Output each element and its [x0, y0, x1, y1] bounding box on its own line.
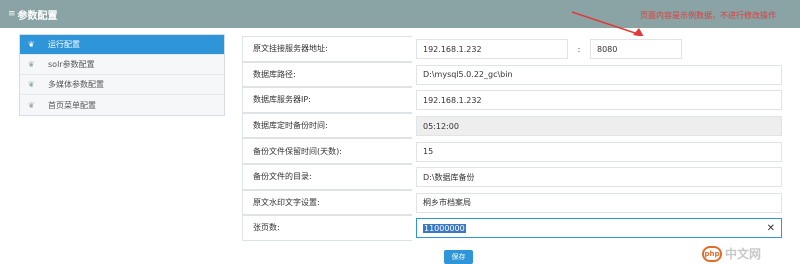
field-label: 张页数: [242, 215, 412, 241]
page-title: 参数配置 [17, 10, 58, 22]
sidebar-item-run-config[interactable]: ❦ 运行配置 [20, 35, 224, 55]
php-logo-icon: php [702, 245, 722, 262]
sidebar-item-label: solr参数配置 [48, 60, 95, 69]
field-label: 数据库服务器IP: [242, 87, 412, 113]
backup-time-field[interactable]: 05:12:00 [416, 116, 782, 137]
backup-dir-field[interactable]: D:\数据库备份 [416, 167, 782, 188]
sidebar-item-home-menu-config[interactable]: ❦ 首页菜单配置 [20, 95, 224, 115]
form-row-pages: 张页数: 11000000 ✕ [242, 215, 800, 241]
db-server-field[interactable]: 192.168.1.232 [416, 90, 782, 111]
watermark-text: 中文网 [725, 247, 762, 261]
form-row-retention: 备份文件保留时间(天数): 15 [242, 138, 800, 164]
sidebar-item-media-config[interactable]: ❦ 多媒体参数配置 [20, 75, 224, 95]
field-label: 原文水印文字设置: [242, 189, 412, 216]
field-label: 数据库路径: [242, 61, 412, 88]
site-watermark: php 中文网 [702, 245, 761, 262]
field-label: 备份文件的目录: [242, 163, 412, 190]
sidebar: ❦ 运行配置 ❦ solr参数配置 ❦ 多媒体参数配置 ❦ 首页菜单配置 [19, 34, 225, 116]
config-form: 原文挂接服务器地址: 192.168.1.232 : 8080 数据库路径: D… [242, 36, 800, 241]
sidebar-item-label: 首页菜单配置 [48, 100, 96, 110]
server-ip-field[interactable]: 192.168.1.232 [416, 39, 568, 60]
sidebar-item-solr-config[interactable]: ❦ solr参数配置 [20, 55, 224, 75]
form-row-backup-time: 数据库定时备份时间: 05:12:00 [242, 112, 800, 139]
colon-separator: : [577, 44, 581, 54]
form-row-db-path: 数据库路径: D:\mysql5.0.22_gc\bin [242, 61, 800, 88]
leaf-icon: ❦ [28, 100, 35, 110]
db-path-field[interactable]: D:\mysql5.0.22_gc\bin [416, 64, 782, 85]
server-port-field[interactable]: 8080 [590, 39, 682, 60]
annotation-text: 页面内容是示例数据，不进行修改操作 [640, 11, 776, 20]
leaf-icon: ❦ [28, 80, 35, 89]
field-label: 数据库定时备份时间: [242, 112, 412, 139]
retention-days-field[interactable]: 15 [416, 141, 782, 162]
form-row-db-server: 数据库服务器IP: 192.168.1.232 [242, 87, 800, 113]
pages-value: 11000000 [423, 223, 466, 233]
leaf-icon: ❦ [28, 40, 35, 49]
form-row-server: 原文挂接服务器地址: 192.168.1.232 : 8080 [242, 36, 800, 62]
menu-lines-icon: ≡ [8, 9, 16, 19]
sidebar-item-label: 运行配置 [48, 40, 80, 49]
watermark-text-field[interactable]: 桐乡市档案局 [416, 192, 782, 213]
field-label: 备份文件保留时间(天数): [242, 138, 412, 164]
clear-icon[interactable]: ✕ [767, 223, 775, 234]
pages-field[interactable]: 11000000 ✕ [416, 218, 782, 239]
form-row-backup-dir: 备份文件的目录: D:\数据库备份 [242, 163, 800, 190]
sidebar-item-label: 多媒体参数配置 [48, 80, 104, 89]
field-label: 原文挂接服务器地址: [242, 36, 412, 62]
leaf-icon: ❦ [28, 60, 35, 69]
form-row-watermark: 原文水印文字设置: 桐乡市档案局 [242, 189, 800, 216]
